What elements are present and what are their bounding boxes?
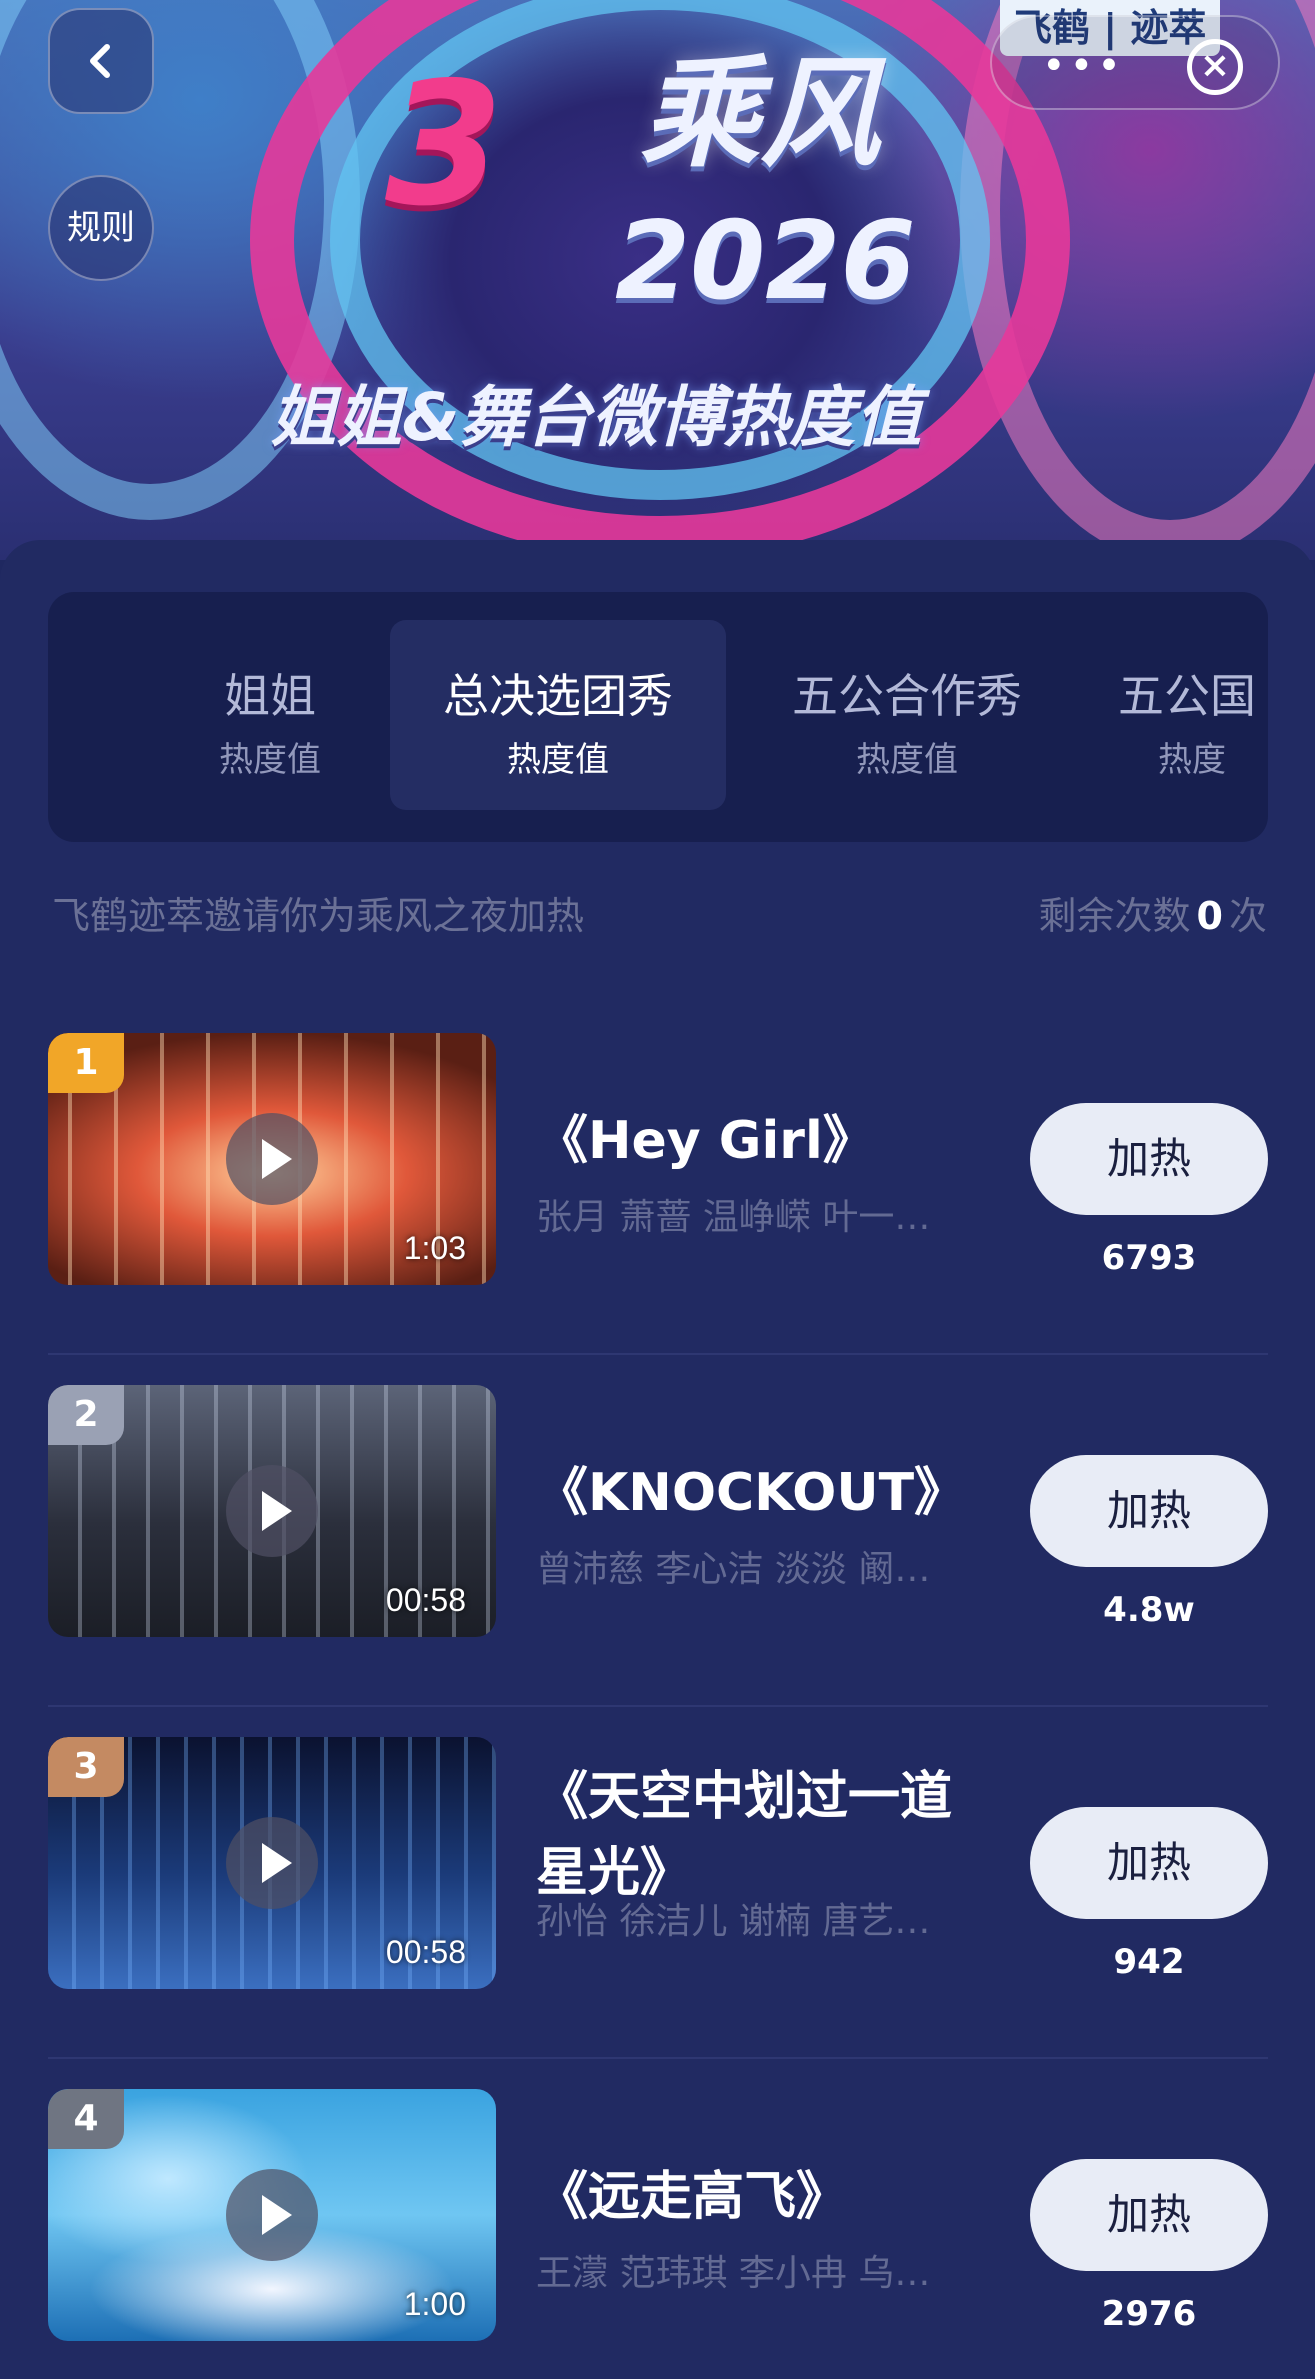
- song-artists: 王濛 范玮琪 李小冉 乌…: [536, 2253, 931, 2294]
- list-item: 2 00:58 《KNOCKOUT》 曾沛慈 李心洁 淡淡 阚… 加热 4.8w: [48, 1355, 1268, 1707]
- rank-badge: 1: [48, 1033, 124, 1093]
- song-title[interactable]: 《KNOCKOUT》: [536, 1455, 976, 1531]
- logo-mark: 3: [385, 46, 503, 244]
- play-icon[interactable]: [226, 1817, 318, 1909]
- play-icon[interactable]: [226, 1465, 318, 1557]
- song-artists: 曾沛慈 李心洁 淡淡 阚…: [536, 1549, 931, 1590]
- tab-title: 五公合作秀: [792, 669, 1022, 723]
- category-tabs: 姐姐 热度值 总决选团秀 热度值 五公合作秀 热度值 五公国 热度: [48, 592, 1268, 842]
- heat-value: 6793: [1101, 1238, 1197, 1278]
- tab-subtitle: 热度: [1158, 740, 1226, 780]
- heat-value: 942: [1113, 1942, 1185, 1982]
- mini-program-capsule: ••• ×: [990, 15, 1280, 110]
- song-title[interactable]: 《远走高飞》: [536, 2159, 976, 2235]
- close-icon[interactable]: ×: [1187, 39, 1243, 95]
- song-artists: 孙怡 徐洁儿 谢楠 唐艺…: [536, 1901, 931, 1942]
- logo-year: 2026: [615, 199, 916, 324]
- video-thumbnail[interactable]: 2 00:58: [48, 1385, 496, 1637]
- video-duration: 1:00: [403, 2286, 466, 2322]
- play-icon[interactable]: [226, 2169, 318, 2261]
- rules-button[interactable]: 规则: [48, 175, 154, 281]
- remaining-prefix: 剩余次数: [1038, 894, 1191, 938]
- tab-title: 姐姐: [224, 669, 316, 723]
- tab-subtitle: 热度值: [219, 740, 321, 780]
- boost-heat-button[interactable]: 加热: [1030, 1103, 1268, 1215]
- list-item: 4 1:00 《远走高飞》 王濛 范玮琪 李小冉 乌… 加热 2976: [48, 2059, 1268, 2379]
- heat-value: 4.8w: [1103, 1590, 1195, 1630]
- tab-subtitle: 热度值: [856, 740, 958, 780]
- more-dots-icon[interactable]: •••: [1042, 43, 1125, 89]
- list-item: 1 1:03 《Hey Girl》 张月 萧蔷 温峥嵘 叶一… 加热 6793: [48, 1003, 1268, 1355]
- video-thumbnail[interactable]: 4 1:00: [48, 2089, 496, 2341]
- remaining-number: 0: [1196, 894, 1223, 938]
- song-artists: 张月 萧蔷 温峥嵘 叶一…: [536, 1197, 931, 1238]
- tab-subtitle: 热度值: [507, 740, 609, 780]
- invite-text: 飞鹤迹萃邀请你为乘风之夜加热: [52, 894, 585, 938]
- hero-banner: 3 乘风 2026 姐姐&舞台微博热度值 飞鹤 | 迹萃 ••• × 规则: [0, 0, 1315, 560]
- tab-final-group-show[interactable]: 总决选团秀 热度值: [390, 620, 726, 810]
- back-button[interactable]: [48, 8, 154, 114]
- song-title[interactable]: 《天空中划过一道星光》: [536, 1759, 976, 1911]
- remaining-count: 剩余次数 0 次: [1039, 885, 1267, 940]
- tab-fifth-country[interactable]: 五公国 热度: [1098, 620, 1268, 810]
- video-thumbnail[interactable]: 1 1:03: [48, 1033, 496, 1285]
- boost-heat-button[interactable]: 加热: [1030, 2159, 1268, 2271]
- video-duration: 00:58: [385, 1582, 466, 1618]
- tab-title: 总决选团秀: [443, 669, 673, 723]
- play-icon[interactable]: [226, 1113, 318, 1205]
- back-chevron-icon: [90, 44, 110, 78]
- rank-badge: 2: [48, 1385, 124, 1445]
- tab-title: 五公国: [1118, 669, 1256, 723]
- rank-badge: 3: [48, 1737, 124, 1797]
- video-duration: 1:03: [403, 1230, 466, 1266]
- song-title[interactable]: 《Hey Girl》: [536, 1103, 976, 1179]
- boost-heat-button[interactable]: 加热: [1030, 1807, 1268, 1919]
- tab-fifth-collab-show[interactable]: 五公合作秀 热度值: [739, 620, 1075, 810]
- heat-value: 2976: [1101, 2294, 1197, 2334]
- rank-badge: 4: [48, 2089, 124, 2149]
- video-thumbnail[interactable]: 3 00:58: [48, 1737, 496, 1989]
- remaining-suffix: 次: [1228, 894, 1267, 938]
- list-item: 3 00:58 《天空中划过一道星光》 孙怡 徐洁儿 谢楠 唐艺… 加热 942: [48, 1707, 1268, 2059]
- banner-subtitle: 姐姐&舞台微博热度值: [270, 379, 922, 456]
- boost-heat-button[interactable]: 加热: [1030, 1455, 1268, 1567]
- main-panel: 姐姐 热度值 总决选团秀 热度值 五公合作秀 热度值 五公国 热度 飞鹤迹萃邀请…: [0, 540, 1315, 2379]
- tab-sisters[interactable]: 姐姐 热度值: [102, 620, 438, 810]
- video-duration: 00:58: [385, 1934, 466, 1970]
- logo-title: 乘风: [640, 45, 880, 184]
